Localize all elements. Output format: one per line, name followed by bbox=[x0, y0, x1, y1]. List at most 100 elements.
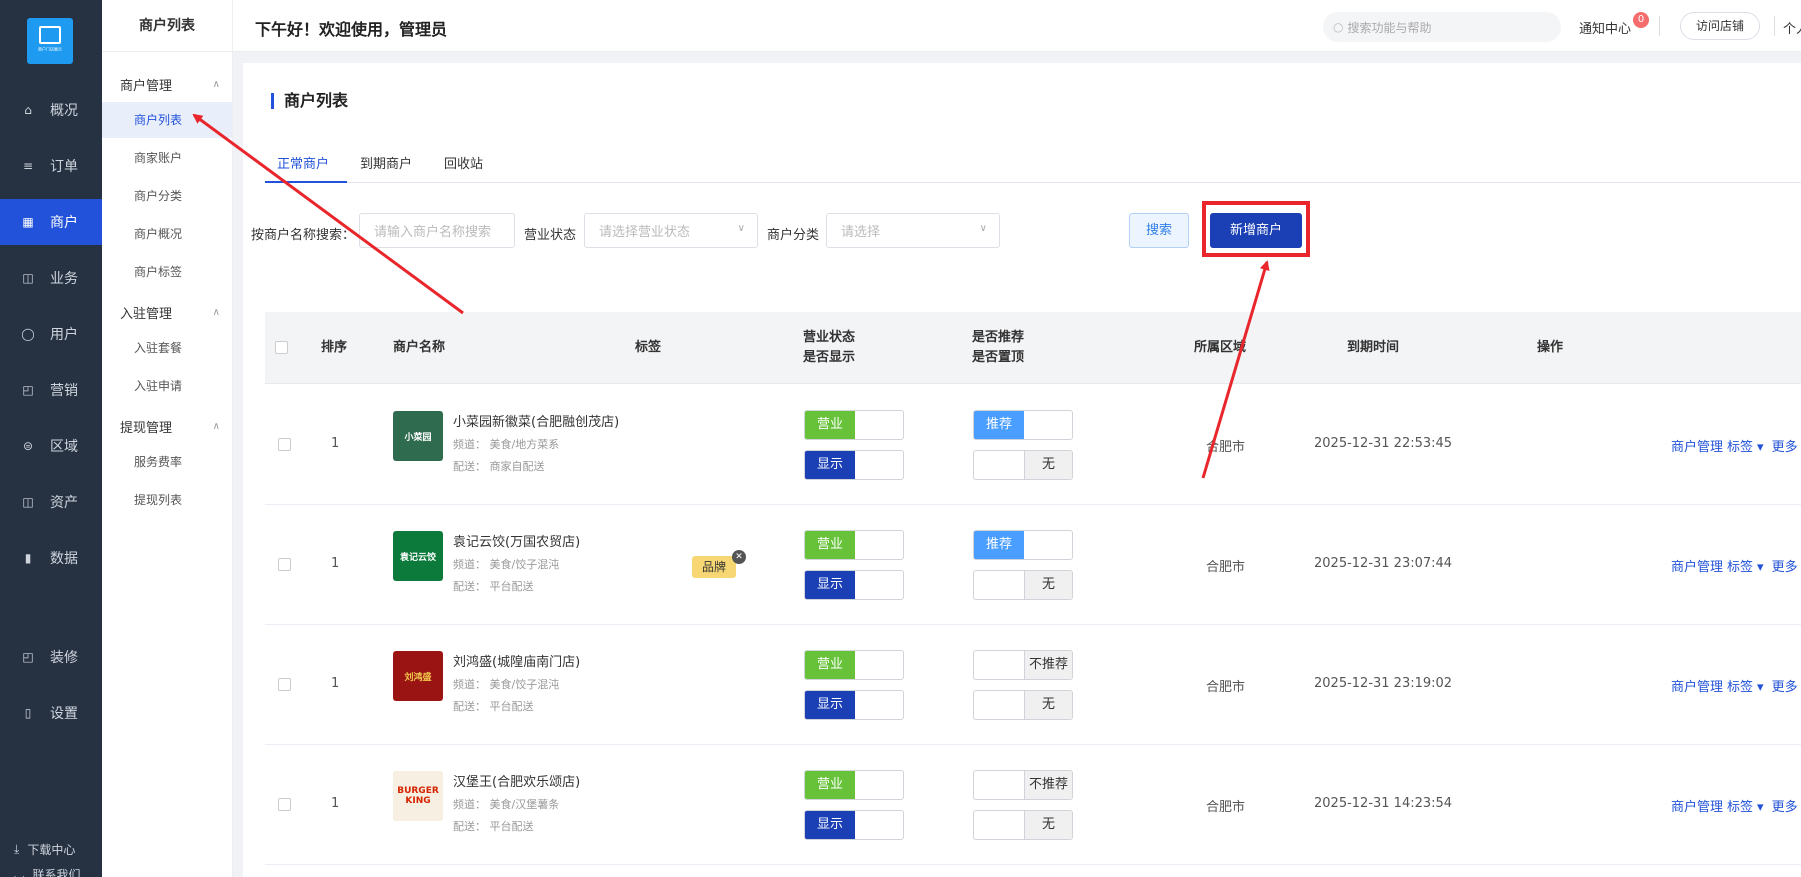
bag-icon: ◰ bbox=[22, 383, 34, 397]
status-select-placeholder: 请选择营业状态 bbox=[599, 225, 691, 240]
merchant-manage-link[interactable]: 商户管理 bbox=[1671, 800, 1723, 815]
sub-item-2-0[interactable]: 服务费率 bbox=[102, 444, 232, 480]
database-icon: ⊜ bbox=[22, 439, 34, 453]
merchant-expire-time: 2025-12-31 22:53:45 bbox=[1314, 436, 1453, 451]
sub-item-0-4[interactable]: 商户标签 bbox=[102, 254, 232, 290]
merchant-manage-link[interactable]: 商户管理 bbox=[1671, 560, 1723, 575]
recommend-toggle[interactable]: 不推荐 bbox=[973, 770, 1073, 800]
row-sort: 1 bbox=[331, 796, 340, 811]
nav-bottom-item-0[interactable]: ⤓ 下载中心 bbox=[14, 841, 75, 858]
status-select[interactable]: 请选择营业状态 ∨ bbox=[584, 213, 758, 248]
pin-toggle[interactable]: 无 bbox=[973, 450, 1073, 480]
nav-item-5[interactable]: ◰ 营销 bbox=[0, 367, 102, 413]
pin-toggle[interactable]: 无 bbox=[973, 810, 1073, 840]
greeting-text: 下午好！欢迎使用，管理员 bbox=[255, 20, 448, 39]
sub-item-2-1[interactable]: 提现列表 bbox=[102, 482, 232, 518]
merchant-logo-text: 小菜园 bbox=[404, 432, 432, 443]
close-icon[interactable]: ✕ bbox=[732, 550, 746, 564]
nav-item-8[interactable]: ▮ 数据 bbox=[0, 535, 102, 581]
chevron-down-icon: ∨ bbox=[979, 223, 987, 234]
search-button[interactable]: 搜索 bbox=[1129, 213, 1189, 248]
sub-group-2[interactable]: 提现管理 ∧ bbox=[120, 417, 220, 436]
display-toggle[interactable]: 显示 bbox=[804, 690, 904, 720]
visit-store-button[interactable]: 访问店铺 bbox=[1680, 12, 1760, 40]
sub-group-1[interactable]: 入驻管理 ∧ bbox=[120, 303, 220, 322]
search-input[interactable]: ○ 搜索功能与帮助 bbox=[1323, 12, 1561, 42]
nav-item-1[interactable]: ≡ 订单 bbox=[0, 143, 102, 189]
merchant-delivery: 配送： 平台配送 bbox=[453, 700, 534, 713]
merchant-name: 汉堡王(合肥欢乐颂店) bbox=[453, 775, 581, 790]
more-link[interactable]: 更多 bbox=[1772, 680, 1798, 695]
column-region: 所属区域 bbox=[1194, 340, 1247, 355]
personal-center-link[interactable]: 个人 bbox=[1783, 18, 1801, 37]
tag-dropdown[interactable]: 标签 ▾ bbox=[1727, 680, 1768, 695]
tag-dropdown[interactable]: 标签 ▾ bbox=[1727, 560, 1768, 575]
status-on-label: 营业 bbox=[805, 651, 855, 679]
sub-item-1-0[interactable]: 入驻套餐 bbox=[102, 330, 232, 366]
notification-center-link[interactable]: 通知中心 bbox=[1579, 18, 1631, 37]
business-status-toggle[interactable]: 营业 bbox=[804, 530, 904, 560]
tag-dropdown[interactable]: 标签 ▾ bbox=[1727, 440, 1768, 455]
sub-item-1-1[interactable]: 入驻申请 bbox=[102, 368, 232, 404]
tag-dropdown[interactable]: 标签 ▾ bbox=[1727, 800, 1768, 815]
display-toggle[interactable]: 显示 bbox=[804, 450, 904, 480]
nav-bottom-item-1[interactable]: ◡ 联系我们 bbox=[14, 866, 81, 877]
sub-item-0-0[interactable]: 商户列表 bbox=[102, 102, 232, 138]
recommend-toggle[interactable]: 推荐 bbox=[973, 530, 1073, 560]
row-checkbox[interactable] bbox=[278, 438, 291, 451]
pin-off-label: 无 bbox=[1024, 571, 1072, 599]
app-logo[interactable]: 商户门店展示 bbox=[27, 18, 73, 64]
sub-sidebar: 商户列表 商户管理 ∧ 商户列表 商家账户 商户分类 商户概况 商户标签 入驻管理 ∧ 入驻套餐入… bbox=[102, 0, 233, 877]
merchant-name-input[interactable]: 请输入商户名称搜索 bbox=[359, 213, 515, 248]
nav-item-7[interactable]: ◫ 资产 bbox=[0, 479, 102, 525]
nav-item-label: 设置 bbox=[50, 706, 78, 722]
business-status-toggle[interactable]: 营业 bbox=[804, 770, 904, 800]
pin-off-label: 无 bbox=[1024, 451, 1072, 479]
pin-toggle[interactable]: 无 bbox=[973, 570, 1073, 600]
status-on-label: 营业 bbox=[805, 531, 855, 559]
nav-item-10[interactable]: ▯ 设置 bbox=[0, 690, 102, 736]
nav-item-3[interactable]: ◫ 业务 bbox=[0, 255, 102, 301]
add-merchant-button[interactable]: 新增商户 bbox=[1210, 213, 1302, 248]
headset-icon: ◡ bbox=[14, 867, 25, 877]
tab-recycle-bin[interactable]: 回收站 bbox=[444, 153, 483, 172]
brand-tag: 品牌 bbox=[692, 556, 736, 578]
display-toggle[interactable]: 显示 bbox=[804, 810, 904, 840]
pin-off-label: 无 bbox=[1024, 691, 1072, 719]
nav-item-4[interactable]: ◯ 用户 bbox=[0, 311, 102, 357]
business-status-toggle[interactable]: 营业 bbox=[804, 650, 904, 680]
merchant-name-placeholder: 请输入商户名称搜索 bbox=[374, 225, 492, 240]
tab-expired-merchants[interactable]: 到期商户 bbox=[360, 153, 412, 172]
row-checkbox[interactable] bbox=[278, 558, 291, 571]
merchant-delivery: 配送： 商家自配送 bbox=[453, 460, 545, 473]
nav-item-6[interactable]: ⊜ 区域 bbox=[0, 423, 102, 469]
tab-normal-merchants[interactable]: 正常商户 bbox=[277, 153, 329, 172]
nav-item-label: 商户 bbox=[50, 215, 78, 231]
more-link[interactable]: 更多 bbox=[1772, 440, 1798, 455]
merchant-manage-link[interactable]: 商户管理 bbox=[1671, 440, 1723, 455]
merchant-expire-time: 2025-12-31 14:23:54 bbox=[1314, 796, 1453, 811]
sub-item-0-2[interactable]: 商户分类 bbox=[102, 178, 232, 214]
recommend-on-label: 推荐 bbox=[974, 411, 1024, 439]
display-toggle[interactable]: 显示 bbox=[804, 570, 904, 600]
row-checkbox[interactable] bbox=[278, 798, 291, 811]
select-all-checkbox[interactable] bbox=[275, 341, 288, 354]
nav-item-2[interactable]: ▦ 商户 bbox=[0, 199, 102, 245]
nav-item-0[interactable]: ⌂ 概况 bbox=[0, 87, 102, 133]
recommend-toggle[interactable]: 不推荐 bbox=[973, 650, 1073, 680]
recommend-toggle[interactable]: 推荐 bbox=[973, 410, 1073, 440]
row-actions: 商户管理 标签 ▾ 更多 bbox=[1671, 556, 1801, 575]
nav-item-9[interactable]: ◰ 装修 bbox=[0, 634, 102, 680]
merchant-channel: 频道： 美食/汉堡薯条 bbox=[453, 798, 560, 811]
sub-group-0[interactable]: 商户管理 ∧ bbox=[120, 75, 220, 94]
category-select[interactable]: 请选择 ∨ bbox=[826, 213, 1000, 248]
sub-item-0-1[interactable]: 商家账户 bbox=[102, 140, 232, 176]
row-checkbox[interactable] bbox=[278, 678, 291, 691]
pin-toggle[interactable]: 无 bbox=[973, 690, 1073, 720]
more-link[interactable]: 更多 bbox=[1772, 560, 1798, 575]
sub-item-0-3[interactable]: 商户概况 bbox=[102, 216, 232, 252]
download-icon: ⤓ bbox=[14, 842, 20, 856]
merchant-manage-link[interactable]: 商户管理 bbox=[1671, 680, 1723, 695]
business-status-toggle[interactable]: 营业 bbox=[804, 410, 904, 440]
more-link[interactable]: 更多 bbox=[1772, 800, 1798, 815]
